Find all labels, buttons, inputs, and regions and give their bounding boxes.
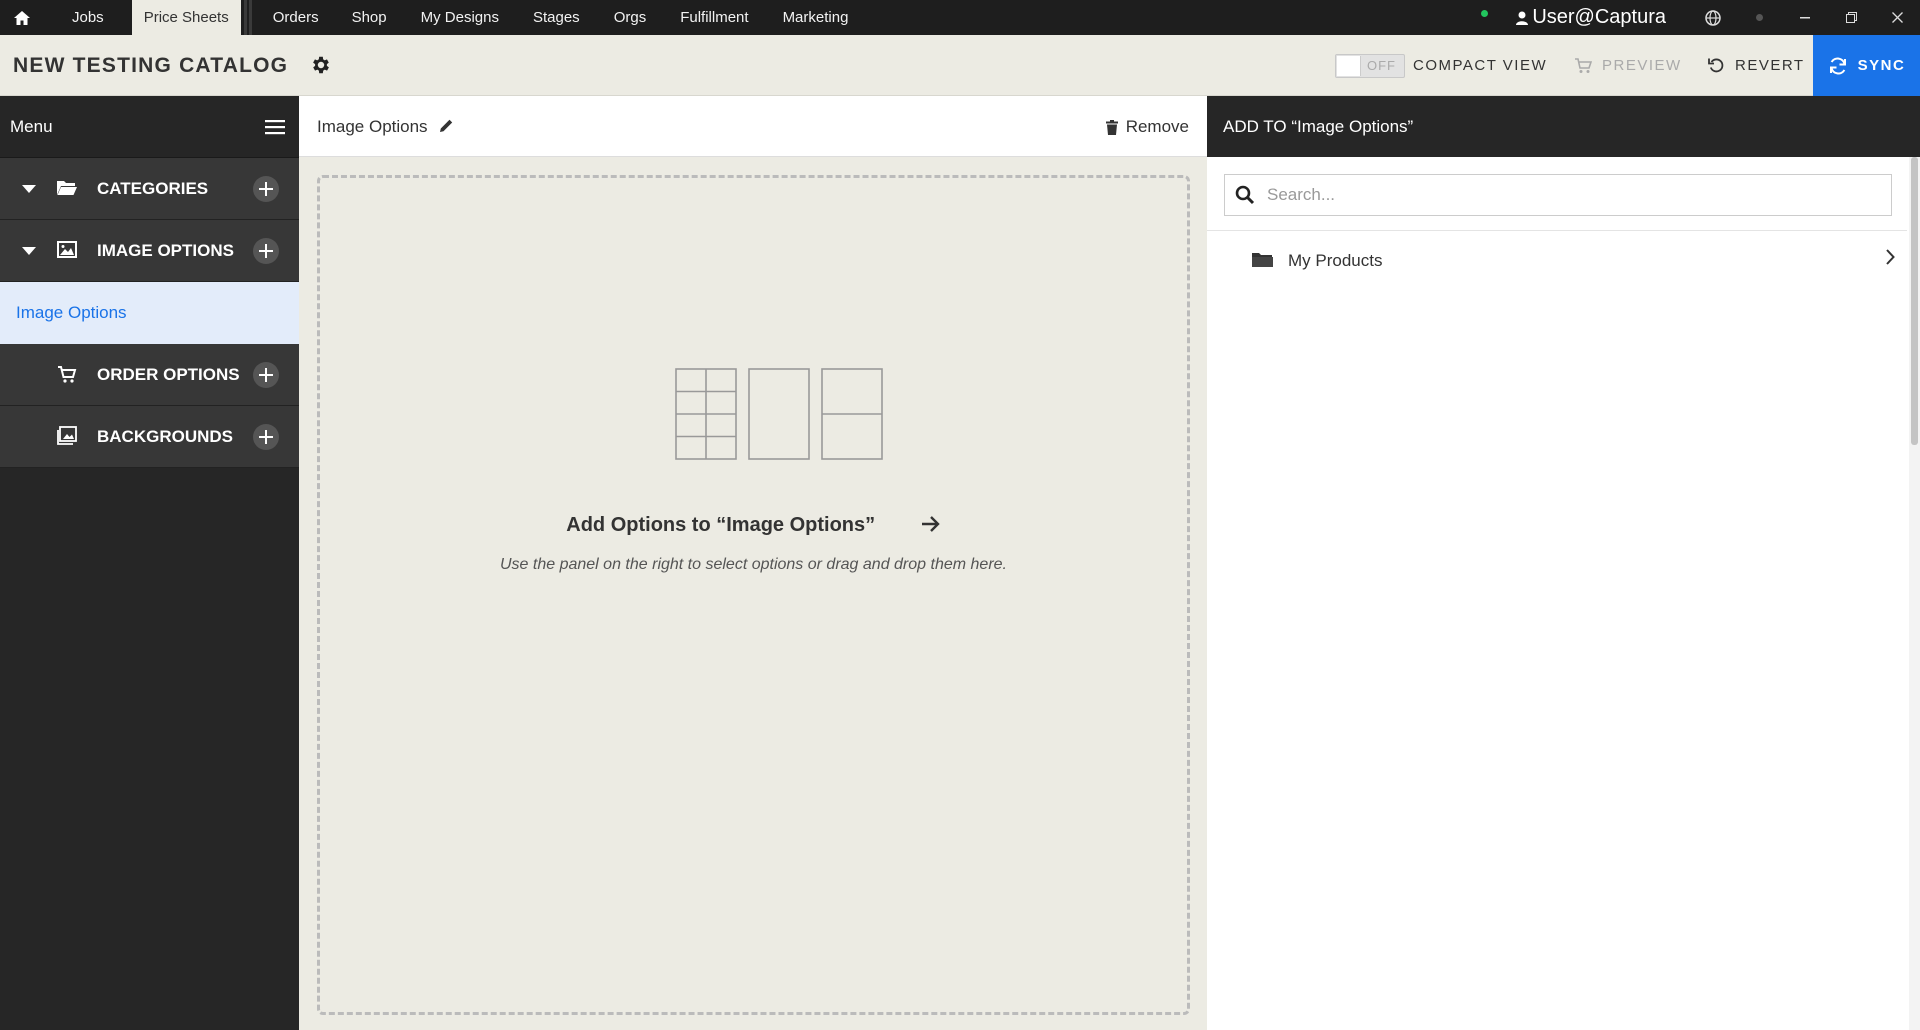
status-dot [1481, 10, 1489, 17]
add-image-option-button[interactable] [253, 238, 279, 264]
add-category-button[interactable] [253, 176, 279, 202]
caret-down-icon[interactable] [22, 247, 36, 255]
search-box [1224, 174, 1892, 216]
remove-label: Remove [1125, 117, 1189, 136]
cart-icon [1575, 57, 1592, 73]
close-icon [1891, 12, 1903, 23]
list-item-my-products[interactable]: My Products [1207, 231, 1907, 289]
backgrounds-icon [57, 426, 77, 445]
home-icon [14, 10, 30, 25]
catalog-header: NEW TESTING CATALOG OFF COMPACT VIEW PRE… [0, 35, 1920, 96]
compact-view-label: COMPACT VIEW [1413, 57, 1548, 74]
minimize-icon [1800, 16, 1810, 18]
menu-label: Menu [10, 116, 53, 136]
editor-panel: Image Options Remove Add Options to “Ima… [299, 96, 1207, 1030]
tab-price-sheets[interactable]: Price Sheets [131, 0, 241, 35]
plus-icon [259, 182, 273, 196]
plus-icon [259, 244, 273, 258]
tab-jobs[interactable]: Jobs [44, 0, 132, 35]
dropzone-title-text: Add Options to “Image Options” [566, 514, 876, 536]
arrow-right-icon [921, 516, 940, 532]
tab-orders[interactable]: Orders [260, 0, 341, 35]
tab-shop[interactable]: Shop [341, 0, 409, 35]
cart-icon [58, 366, 77, 383]
add-order-option-button[interactable] [253, 362, 279, 388]
globe-icon [1705, 9, 1721, 26]
window-controls: User@Captura [1481, 0, 1920, 35]
sidebar-item-order-options[interactable]: ORDER OPTIONS [0, 344, 299, 406]
restore-button[interactable] [1828, 0, 1874, 35]
search-icon [1235, 185, 1255, 205]
language-button[interactable] [1690, 0, 1736, 35]
catalog-title: NEW TESTING CATALOG [13, 54, 289, 77]
undo-icon [1708, 58, 1724, 73]
tab-fulfillment[interactable]: Fulfillment [668, 0, 770, 35]
scroll-thumb[interactable] [1911, 157, 1918, 445]
gear-icon[interactable] [310, 54, 332, 76]
sync-label: SYNC [1857, 57, 1906, 74]
caret-down-icon[interactable] [22, 185, 36, 193]
image-icon [57, 241, 77, 258]
chevron-right-icon[interactable] [1885, 249, 1895, 265]
sidebar-item-label: BACKGROUNDS [97, 427, 233, 446]
tab-divider [248, 0, 252, 35]
revert-label: REVERT [1735, 57, 1805, 74]
group-title: Image Options [317, 117, 428, 136]
compact-view-toggle[interactable]: OFF [1335, 54, 1405, 78]
sync-button[interactable]: SYNC [1813, 35, 1920, 96]
close-button[interactable] [1874, 0, 1920, 35]
panel-scrollbar[interactable] [1909, 157, 1920, 1030]
home-button[interactable] [0, 0, 44, 35]
connection-indicator [1736, 0, 1782, 35]
preview-label: PREVIEW [1602, 57, 1682, 74]
add-options-panel: ADD TO “Image Options” My Products [1207, 96, 1920, 1030]
pencil-icon[interactable] [439, 118, 454, 133]
panel-title: ADD TO “Image Options” [1207, 96, 1920, 157]
sidebar-item-image-options[interactable]: IMAGE OPTIONS [0, 220, 299, 282]
folder-icon [1252, 253, 1273, 267]
top-nav: Jobs Price Sheets Orders Shop My Designs… [0, 0, 1920, 35]
sync-icon [1829, 57, 1846, 74]
tab-marketing[interactable]: Marketing [771, 0, 861, 35]
dropzone-subtitle: Use the panel on the right to select opt… [500, 556, 1007, 573]
sidebar-item-label: CATEGORIES [97, 179, 209, 198]
dropzone-title: Add Options to “Image Options” [320, 514, 1187, 537]
tab-my-designs[interactable]: My Designs [409, 0, 521, 35]
plus-icon [259, 430, 273, 444]
user-icon [1516, 11, 1529, 25]
toggle-knob [1337, 56, 1361, 76]
sidebar-item-label: ORDER OPTIONS [97, 365, 240, 384]
preview-button[interactable]: PREVIEW [1574, 57, 1682, 74]
minimize-button[interactable] [1782, 0, 1828, 35]
hamburger-icon[interactable] [265, 119, 285, 135]
sidebar: Menu CATEGORIES IMAGE OPTIONS Image Opti… [0, 96, 299, 1030]
revert-button[interactable]: REVERT [1708, 57, 1805, 74]
restore-icon [1845, 12, 1857, 23]
editor-header: Image Options Remove [299, 96, 1207, 157]
user-name: User@Captura [1532, 6, 1666, 28]
trash-icon [1105, 119, 1118, 135]
tab-divider [243, 0, 247, 35]
remove-button[interactable]: Remove [1105, 117, 1189, 137]
toggle-state: OFF [1367, 58, 1396, 73]
list-item-label: My Products [1288, 251, 1383, 270]
options-dropzone[interactable]: Add Options to “Image Options” Use the p… [317, 175, 1190, 1015]
folder-open-icon [57, 181, 77, 195]
sidebar-subitem-image-options[interactable]: Image Options [0, 282, 299, 344]
sidebar-item-backgrounds[interactable]: BACKGROUNDS [0, 406, 299, 468]
search-input[interactable] [1267, 185, 1867, 205]
sidebar-item-categories[interactable]: CATEGORIES [0, 158, 299, 220]
tab-orgs[interactable]: Orgs [602, 0, 669, 35]
menu-header: Menu [0, 96, 299, 158]
sidebar-item-label: IMAGE OPTIONS [97, 241, 234, 260]
user-menu[interactable]: User@Captura [1516, 6, 1666, 29]
connection-dot [1755, 14, 1763, 21]
add-background-button[interactable] [253, 424, 279, 450]
tab-stages[interactable]: Stages [521, 0, 602, 35]
layouts-icon [675, 368, 883, 460]
plus-icon [259, 368, 273, 382]
